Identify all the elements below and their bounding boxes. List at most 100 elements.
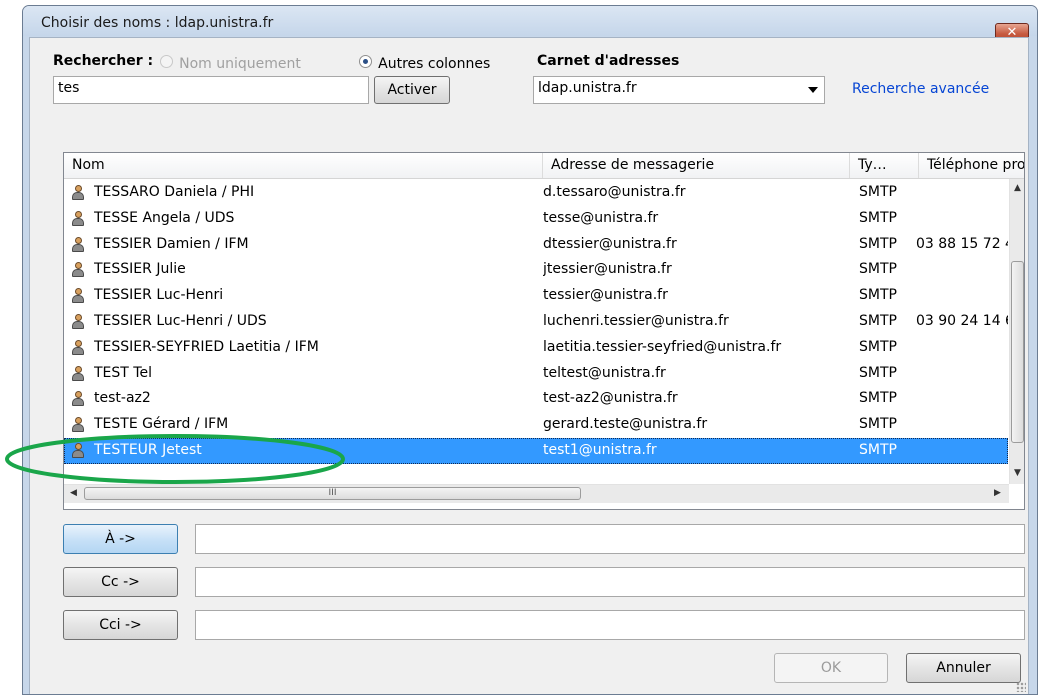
list-header: Nom Adresse de messagerie Ty… Téléphone … [64,153,1024,179]
vertical-scroll-thumb[interactable] [1011,261,1024,443]
cell-email: tessier@unistra.fr [543,287,668,304]
cell-type: SMTP [859,364,897,381]
person-icon [72,262,84,278]
to-button[interactable]: À -> [63,524,178,554]
cell-name: test-az2 [94,390,151,407]
table-row[interactable]: TESSIER Julie jtessier@unistra.fr SMTP [64,257,1008,283]
cell-name: TEST Tel [94,364,152,381]
cell-type: SMTP [859,312,897,329]
cell-name: TESSIER Luc-Henri / UDS [94,312,267,329]
cell-type: SMTP [859,441,897,458]
cell-type: SMTP [859,235,897,252]
cell-name: TESSIER Luc-Henri [94,287,224,304]
cell-name: TESTEUR Jetest [94,441,202,458]
cc-field[interactable] [195,567,1025,597]
cell-name: TESSE Angela / UDS [94,209,235,226]
cell-email: tesse@unistra.fr [543,209,659,226]
bcc-button[interactable]: Cci -> [63,610,178,640]
table-row[interactable]: TESTEUR Jetest test1@unistra.fr SMTP [64,437,1008,464]
cancel-button[interactable]: Annuler [906,653,1021,683]
cell-type: SMTP [859,338,897,355]
table-row[interactable]: TEST Tel teltest@unistra.fr SMTP [64,361,1008,387]
dialog-window: Choisir des noms : ldap.unistra.fr ✕ Rec… [22,5,1038,695]
person-icon [72,391,84,407]
bcc-field[interactable] [195,610,1025,640]
table-row[interactable]: TESSIER Luc-Henri / UDS luchenri.tessier@… [64,309,1008,335]
scroll-right-icon[interactable]: ▶ [994,488,1001,498]
table-row[interactable]: TESSIER Luc-Henri tessier@unistra.fr SMTP [64,283,1008,309]
table-row[interactable]: TESSARO Daniela / PHI d.tessaro@unistra.f… [64,180,1008,206]
scroll-grip-icon: III [328,488,337,498]
radio-other-columns[interactable]: Autres colonnes [359,55,490,72]
radio-names-only-label: Nom uniquement [179,56,301,72]
cell-email: teltest@unistra.fr [543,364,666,381]
cell-email: jtessier@unistra.fr [543,261,672,278]
column-header-phone[interactable]: Téléphone profe [919,153,1024,178]
table-row[interactable]: test-az2 test-az2@unistra.fr SMTP [64,386,1008,412]
scroll-down-icon[interactable]: ▼ [1014,468,1021,478]
person-icon [72,313,84,329]
cell-email: luchenri.tessier@unistra.fr [543,312,729,329]
cell-type: SMTP [859,416,897,433]
cell-type: SMTP [859,261,897,278]
table-row[interactable]: TESSIER-SEYFRIED Laetitia / IFM laetitia.… [64,335,1008,361]
activate-button[interactable]: Activer [374,76,450,104]
person-icon [72,417,84,433]
chevron-down-icon[interactable] [808,87,818,93]
person-icon [72,210,84,226]
address-book-label: Carnet d'adresses [537,53,680,69]
dialog-body: Rechercher : Nom uniquement Autres colon… [29,37,1029,694]
ok-button[interactable]: OK [774,653,888,683]
person-icon [72,339,84,355]
cell-name: TESSIER-SEYFRIED Laetitia / IFM [94,338,319,355]
radio-names-only[interactable]: Nom uniquement [160,55,301,72]
cell-email: dtessier@unistra.fr [543,235,677,252]
person-icon [72,236,84,252]
address-book-value: ldap.unistra.fr [538,80,637,96]
cell-phone: 03 90 24 14 6 [916,312,1008,329]
cell-email: d.tessaro@unistra.fr [543,184,686,200]
cell-email: test1@unistra.fr [543,441,657,458]
cell-email: test-az2@unistra.fr [543,390,678,407]
window-title: Choisir des noms : ldap.unistra.fr [41,15,274,31]
cell-type: SMTP [859,184,897,200]
table-row[interactable]: TESTE Gérard / IFM gerard.teste@unistra.f… [64,412,1008,438]
cell-email: gerard.teste@unistra.fr [543,416,708,433]
resize-grip-icon[interactable] [1016,682,1026,692]
person-icon [72,442,84,458]
scroll-left-icon[interactable]: ◀ [70,488,77,498]
person-icon [72,365,84,381]
person-icon [72,288,84,304]
advanced-search-link[interactable]: Recherche avancée [852,81,989,97]
cell-name: TESTE Gérard / IFM [94,416,229,433]
vertical-scrollbar[interactable]: ▲ ▼ [1009,179,1024,484]
cell-name: TESSARO Daniela / PHI [94,184,255,200]
column-header-name[interactable]: Nom [64,153,543,178]
cc-button[interactable]: Cc -> [63,567,178,597]
cell-type: SMTP [859,287,897,304]
column-header-email[interactable]: Adresse de messagerie [543,153,850,178]
cell-type: SMTP [859,390,897,407]
search-input[interactable]: tes [53,76,369,104]
radio-names-only-control[interactable] [160,55,173,68]
search-label: Rechercher : [53,53,154,69]
person-icon [72,185,84,200]
title-bar[interactable]: Choisir des noms : ldap.unistra.fr ✕ [23,6,1037,43]
column-header-type[interactable]: Ty… [850,153,919,178]
cell-email: laetitia.tessier-seyfried@unistra.fr [543,338,782,355]
cell-phone: 03 88 15 72 4 [916,235,1008,252]
table-row[interactable]: TESSE Angela / UDS tesse@unistra.fr SMTP [64,206,1008,232]
radio-other-columns-control[interactable] [359,55,372,68]
results-list[interactable]: Nom Adresse de messagerie Ty… Téléphone … [63,152,1025,510]
cell-type: SMTP [859,209,897,226]
address-book-select[interactable]: ldap.unistra.fr [533,76,825,104]
horizontal-scrollbar[interactable]: ◀ III ▶ [64,484,1009,503]
result-rows: TESSARO Daniela / PHI d.tessaro@unistra.f… [64,180,1008,464]
cell-name: TESSIER Damien / IFM [94,235,249,252]
radio-other-columns-label: Autres colonnes [378,56,491,72]
scroll-up-icon[interactable]: ▲ [1014,183,1021,193]
to-field[interactable] [195,524,1025,554]
cell-name: TESSIER Julie [94,261,186,278]
table-row[interactable]: TESSIER Damien / IFM dtessier@unistra.fr S… [64,232,1008,258]
horizontal-scroll-thumb[interactable]: III [84,487,581,500]
